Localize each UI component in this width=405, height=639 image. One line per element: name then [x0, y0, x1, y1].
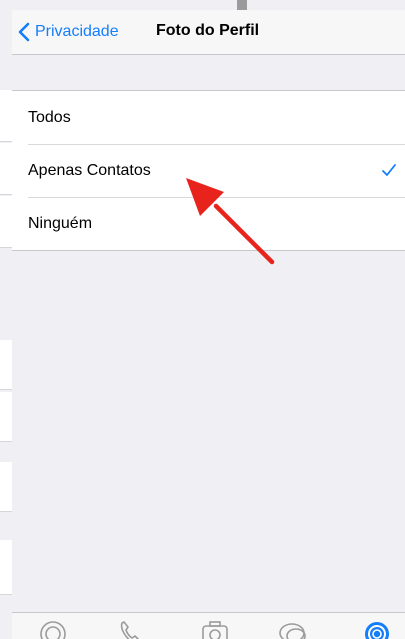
status-icon[interactable]	[38, 619, 68, 639]
option-label: Ninguém	[28, 214, 93, 232]
underlying-screen-edge	[0, 196, 12, 248]
underlying-screen-edge	[0, 143, 12, 195]
underlying-screen-edge	[0, 392, 12, 442]
tab-bar	[12, 612, 405, 639]
chevron-left-icon	[18, 22, 30, 42]
underlying-screen-edge	[0, 540, 12, 595]
chat-bubbles-icon[interactable]	[278, 619, 308, 639]
underlying-screen-edge	[0, 462, 12, 512]
page-title: Foto do Perfil	[156, 22, 260, 39]
option-row-todos[interactable]: Todos	[12, 91, 405, 144]
section-spacer	[12, 55, 405, 90]
navigation-bar: Privacidade Foto do Perfil	[12, 10, 405, 55]
option-label: Todos	[28, 108, 71, 126]
screen: Privacidade Foto do Perfil Todos Apenas …	[0, 0, 405, 639]
option-label: Apenas Contatos	[28, 161, 151, 179]
phone-icon[interactable]	[116, 619, 146, 639]
back-label: Privacidade	[35, 23, 119, 40]
underlying-screen-edge	[0, 90, 12, 142]
underlying-screen-edge	[0, 340, 12, 390]
back-button[interactable]: Privacidade	[18, 18, 119, 46]
camera-icon[interactable]	[200, 619, 230, 639]
annotation-arrow-icon	[186, 178, 275, 265]
checkmark-icon	[382, 164, 396, 176]
settings-gear-icon[interactable]	[362, 619, 392, 639]
